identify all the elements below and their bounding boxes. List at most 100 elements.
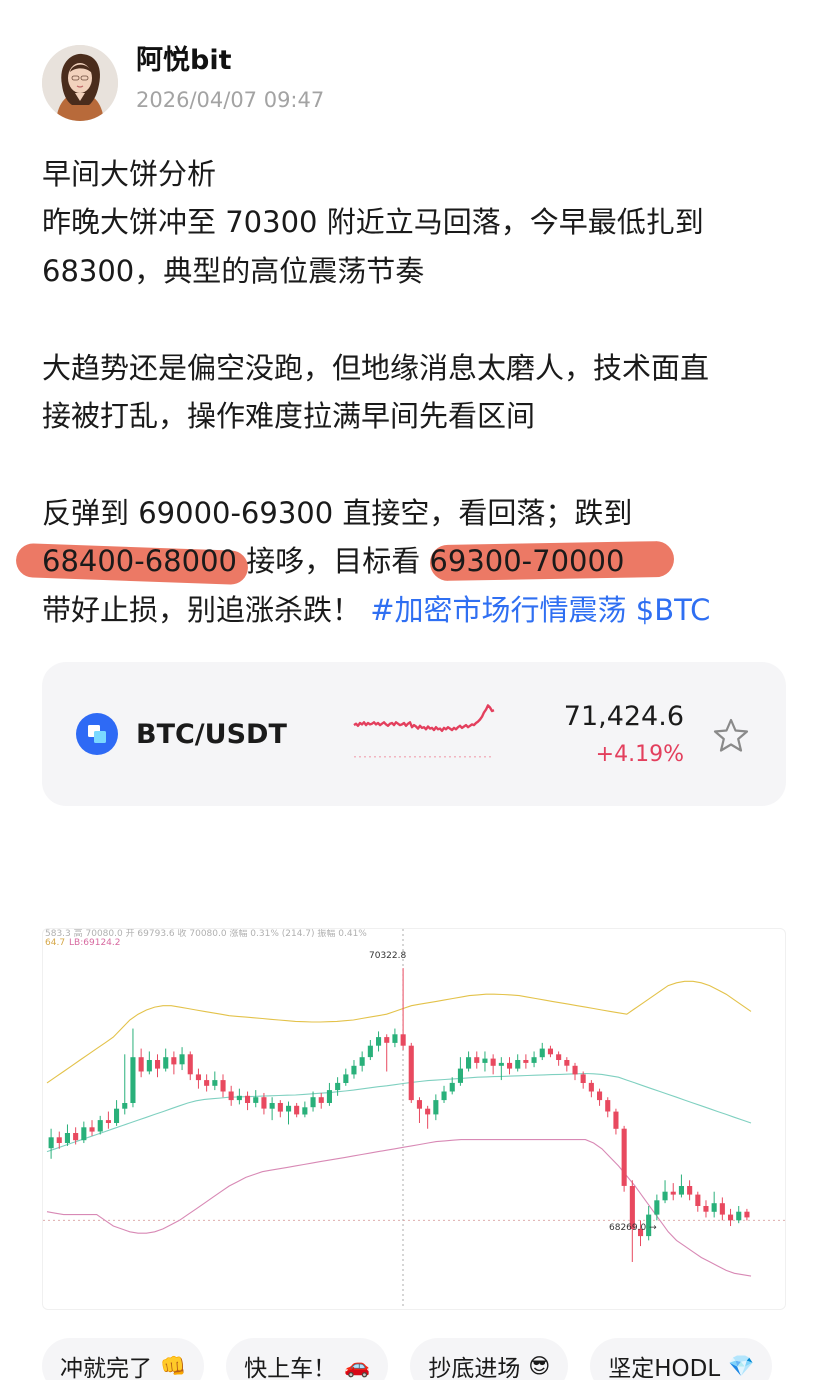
candle-body [474, 1057, 480, 1063]
candle-body [105, 1120, 111, 1123]
candle-body [605, 1100, 611, 1112]
post-author: 阿悦bit 2026/04/07 09:47 [42, 44, 324, 122]
candle-body [146, 1060, 152, 1072]
reaction-label: 坚定HODL [608, 1356, 721, 1380]
candle-body [269, 1103, 275, 1109]
hashtag-link[interactable]: #加密市场行情震荡 [370, 593, 626, 627]
candle [326, 1082, 332, 1106]
candle-body [523, 1060, 529, 1063]
post-blank-line [42, 440, 802, 488]
candle [81, 1121, 87, 1144]
candle [539, 1042, 545, 1061]
candle-body [580, 1074, 586, 1083]
reaction-label: 抄底进场 [428, 1356, 521, 1380]
reaction-chip[interactable]: 快上车！ 🚗 [226, 1338, 389, 1380]
candle-body [498, 1062, 504, 1066]
candle-body [392, 1034, 398, 1043]
candle [736, 1206, 742, 1224]
candle-body [678, 1186, 684, 1195]
candle [597, 1088, 603, 1106]
candle [556, 1051, 562, 1066]
candle-body [130, 1057, 136, 1103]
candle [228, 1085, 234, 1106]
candle [507, 1057, 513, 1075]
candle [392, 1028, 398, 1048]
ticker-card[interactable]: BTC/USDT 71,424.6 +4.19% [42, 662, 786, 806]
candle-body [547, 1048, 553, 1055]
candle-body [597, 1091, 603, 1101]
post-text: 带好止损，别追涨杀跌！ [42, 592, 362, 627]
candle-body [621, 1128, 627, 1186]
candle-body [171, 1057, 177, 1065]
sunglasses-icon: 😎 [528, 1354, 551, 1378]
reaction-bar: 冲就完了 👊 快上车！ 🚗 抄底进场 😎 坚定HODL 💎 [42, 1338, 828, 1380]
candle-body [81, 1127, 87, 1141]
coin-logo-icon [76, 713, 118, 755]
candle [359, 1051, 365, 1072]
candle [449, 1077, 455, 1095]
candle-body [359, 1057, 365, 1066]
post-line-highlighted: 68400-68000 接哆，目标看 69300-70000 [15, 537, 802, 586]
reaction-label: 冲就完了 [60, 1356, 152, 1380]
candle-body [245, 1095, 251, 1103]
reaction-chip[interactable]: 坚定HODL 💎 [590, 1338, 773, 1380]
candle-body [670, 1191, 676, 1195]
candle [711, 1191, 717, 1218]
candle-body [490, 1058, 496, 1066]
candle [220, 1074, 226, 1098]
candle [253, 1090, 259, 1108]
candle-body [253, 1097, 259, 1103]
candle [187, 1051, 193, 1081]
reaction-chip[interactable]: 抄底进场 😎 [410, 1338, 569, 1380]
post-blank-line [42, 295, 802, 343]
candle-body [744, 1211, 750, 1218]
candle-body [711, 1203, 717, 1212]
candle [703, 1200, 709, 1218]
candle [482, 1051, 488, 1072]
candle [728, 1208, 734, 1227]
reaction-chip[interactable]: 冲就完了 👊 [42, 1338, 205, 1380]
candle [269, 1097, 275, 1121]
candle [457, 1057, 463, 1086]
target-range: 69300-70000 [429, 544, 625, 579]
candle [629, 1180, 635, 1262]
post-line: 68300，典型的高位震荡节奏 [42, 253, 425, 288]
avatar[interactable] [42, 45, 118, 121]
candle-body [179, 1054, 185, 1065]
candle-body [531, 1057, 537, 1063]
candle-body [64, 1133, 70, 1143]
cashtag-link[interactable]: $BTC [636, 593, 711, 627]
kline-chart[interactable]: 583.3 高 70080.0 开 69793.6 收 70080.0 涨幅 0… [42, 928, 786, 1310]
candle-body [425, 1108, 431, 1115]
candlestick-svg [43, 929, 785, 1309]
candle [425, 1105, 431, 1129]
candle [163, 1048, 169, 1072]
avatar-image [42, 45, 118, 121]
lb-value: LB:69124.2 [69, 938, 121, 948]
candle-body [261, 1097, 267, 1109]
candle [523, 1054, 529, 1069]
high-price-label: 70322.8 [369, 951, 407, 961]
candle-body [457, 1068, 463, 1083]
candle-body [687, 1186, 693, 1195]
candle-body [48, 1137, 54, 1149]
candle [245, 1091, 251, 1111]
candle-body [114, 1108, 120, 1123]
candle [105, 1111, 111, 1129]
post-line: 昨晚大饼冲至 70300 附近立马回落，今早最低扎到 [42, 205, 704, 240]
candle-body [318, 1097, 324, 1103]
candle-body [662, 1191, 668, 1201]
candle [138, 1048, 144, 1078]
candle-body [204, 1080, 210, 1086]
candle [662, 1180, 668, 1204]
star-icon[interactable] [712, 717, 750, 755]
reaction-label: 快上车！ [244, 1356, 337, 1380]
author-name[interactable]: 阿悦bit [136, 44, 324, 78]
candle [547, 1045, 553, 1058]
fist-icon: 👊 [160, 1353, 187, 1378]
chart-band-legend: 64.7 LB:69124.2 [45, 938, 121, 948]
candle-body [564, 1060, 570, 1066]
low-price-label: 68269.0 → [609, 1223, 657, 1233]
candle-body [122, 1103, 128, 1109]
candle [236, 1088, 242, 1105]
